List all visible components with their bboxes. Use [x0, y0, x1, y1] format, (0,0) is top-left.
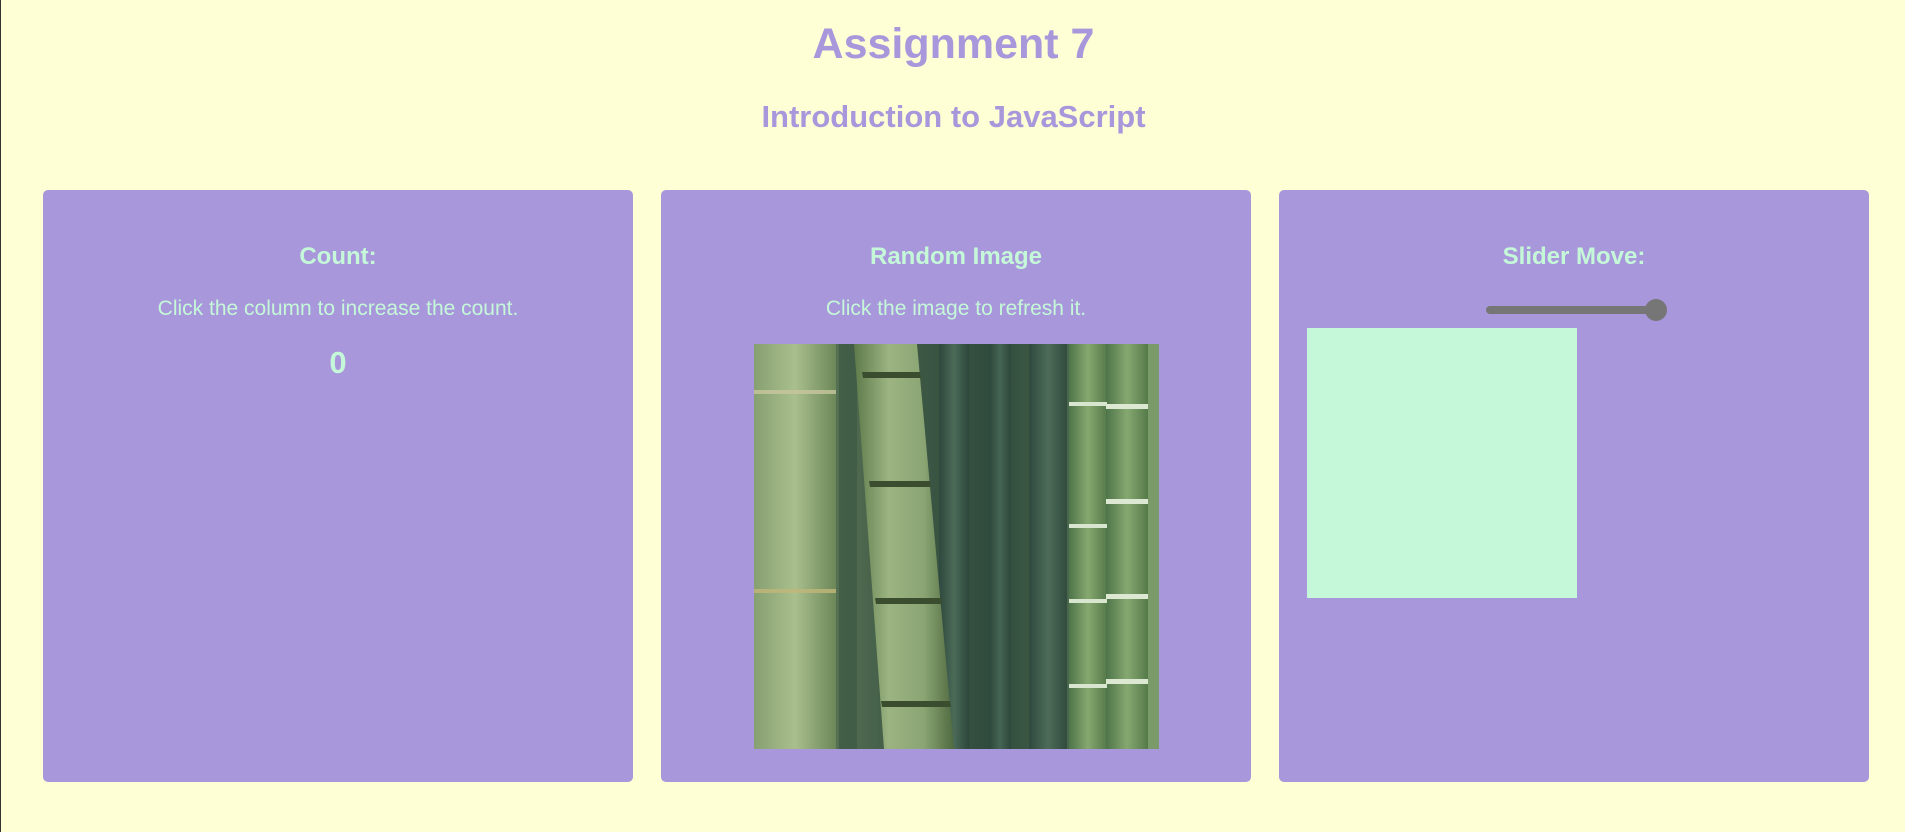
random-image[interactable] — [754, 344, 1159, 749]
count-value: 0 — [329, 345, 347, 380]
count-column[interactable]: Count: Click the column to increase the … — [43, 190, 633, 782]
slider-column: Slider Move: — [1279, 190, 1869, 782]
random-image-title: Random Image — [869, 243, 1043, 270]
random-image-description: Click the image to refresh it. — [825, 297, 1087, 320]
moving-box — [1307, 328, 1577, 598]
page-title: Assignment 7 — [812, 20, 1095, 68]
count-title: Count: — [299, 243, 377, 270]
page-subtitle: Introduction to JavaScript — [761, 99, 1146, 134]
slider-thumb[interactable] — [1645, 299, 1667, 321]
slider-title: Slider Move: — [1502, 243, 1646, 270]
move-slider[interactable] — [1486, 298, 1667, 322]
count-description: Click the column to increase the count. — [157, 297, 519, 320]
random-image-column: Random Image Click the image to refresh … — [661, 190, 1251, 782]
slider-track[interactable] — [1486, 306, 1656, 314]
